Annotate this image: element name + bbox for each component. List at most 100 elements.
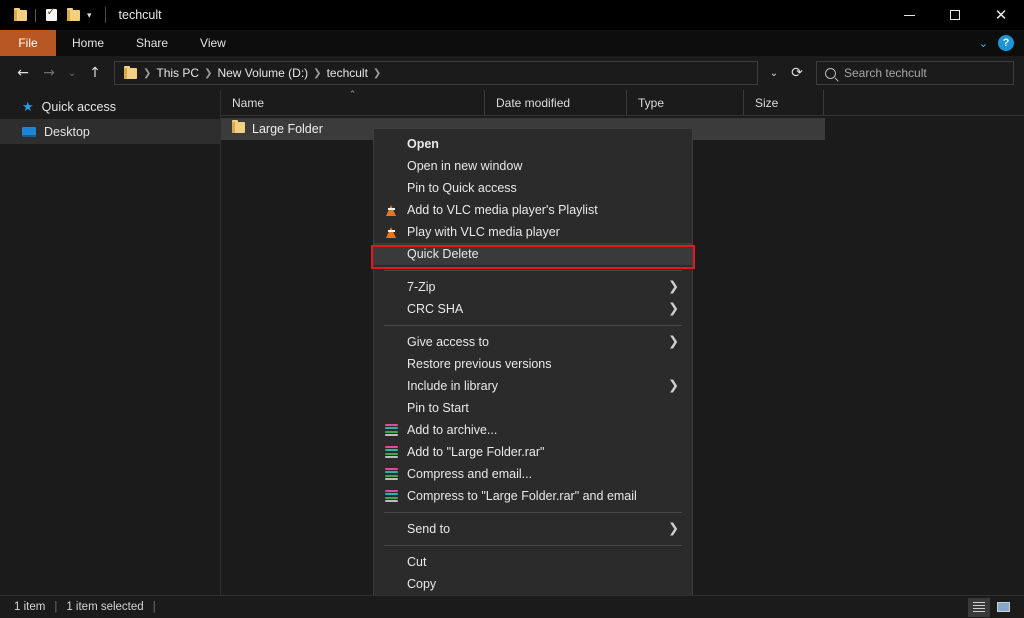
chevron-down-icon[interactable]: ⌄ — [975, 37, 992, 50]
menu-item-label: Add to "Large Folder.rar" — [407, 445, 544, 459]
help-icon[interactable]: ? — [998, 35, 1014, 51]
breadcrumb-separator: ❯ — [203, 68, 213, 79]
menu-item-pin-to-quick-access[interactable]: Pin to Quick access — [374, 177, 692, 199]
menu-item-label: Pin to Start — [407, 401, 469, 415]
search-box[interactable]: Search techcult — [816, 61, 1014, 85]
menu-item-add-to-archive[interactable]: Add to archive... — [374, 419, 692, 441]
tab-home[interactable]: Home — [56, 30, 120, 56]
tab-file[interactable]: File — [0, 30, 56, 56]
menu-item-cut[interactable]: Cut — [374, 551, 692, 573]
menu-item-restore-previous-versions[interactable]: Restore previous versions — [374, 353, 692, 375]
address-folder-icon — [119, 68, 142, 79]
menu-item-label: Cut — [407, 555, 426, 569]
vlc-cone-icon — [383, 202, 399, 218]
breadcrumb-separator: ❯ — [142, 68, 152, 79]
menu-item-label: CRC SHA — [407, 302, 463, 316]
menu-item-label: Play with VLC media player — [407, 225, 560, 239]
menu-item-crc-sha[interactable]: CRC SHA ❯ — [374, 298, 692, 320]
breadcrumb-separator: ❯ — [312, 68, 322, 79]
status-divider: | — [144, 601, 165, 613]
menu-separator — [384, 512, 682, 513]
column-headers: Name ⌃ Date modified Type Size — [221, 90, 1024, 116]
refresh-icon[interactable]: ⟳ — [784, 60, 810, 86]
sidebar-item-quick-access[interactable]: ★ Quick access — [0, 94, 220, 119]
status-bar: 1 item | 1 item selected | — [0, 595, 1024, 618]
new-folder-icon[interactable] — [62, 4, 84, 26]
menu-item-label: Give access to — [407, 335, 489, 349]
large-icons-view-button[interactable] — [992, 598, 1014, 617]
menu-item-send-to[interactable]: Send to ❯ — [374, 518, 692, 540]
close-button[interactable]: ✕ — [978, 0, 1024, 30]
context-menu: Open Open in new window Pin to Quick acc… — [373, 128, 693, 618]
title-bar: ▾ techcult ✕ — [0, 0, 1024, 30]
menu-item-compress-to-named-rar-and-email[interactable]: Compress to "Large Folder.rar" and email — [374, 485, 692, 507]
window-controls: ✕ — [886, 0, 1024, 30]
status-divider: | — [45, 601, 66, 613]
status-item-count: 1 item — [0, 601, 45, 613]
breadcrumb-techcult[interactable]: techcult — [323, 62, 372, 84]
menu-item-label: Include in library — [407, 379, 498, 393]
checkbox-properties-icon[interactable] — [40, 4, 62, 26]
ribbon-right-controls: ⌄ ? — [975, 30, 1024, 56]
menu-item-7-zip[interactable]: 7-Zip ❯ — [374, 276, 692, 298]
breadcrumb-this-pc[interactable]: This PC — [152, 62, 203, 84]
menu-item-compress-and-email[interactable]: Compress and email... — [374, 463, 692, 485]
folder-icon[interactable] — [9, 4, 31, 26]
search-input[interactable]: Search techcult — [844, 66, 927, 80]
menu-item-include-in-library[interactable]: Include in library ❯ — [374, 375, 692, 397]
address-bar[interactable]: ❯ This PC ❯ New Volume (D:) ❯ techcult ❯ — [114, 61, 758, 85]
menu-item-label: Copy — [407, 577, 436, 591]
menu-item-label: Compress to "Large Folder.rar" and email — [407, 489, 637, 503]
menu-item-copy[interactable]: Copy — [374, 573, 692, 595]
menu-item-pin-to-start[interactable]: Pin to Start — [374, 397, 692, 419]
winrar-icon — [383, 422, 399, 438]
column-label: Type — [638, 96, 664, 110]
address-right-controls: ⌄ ⟳ Search techcult — [764, 60, 1024, 86]
chevron-right-icon: ❯ — [668, 379, 679, 394]
menu-item-add-to-named-rar[interactable]: Add to "Large Folder.rar" — [374, 441, 692, 463]
menu-item-label: Send to — [407, 522, 450, 536]
menu-item-label: Open in new window — [407, 159, 522, 173]
customize-chevron-icon[interactable]: ▾ — [84, 10, 95, 21]
sidebar-item-label: Desktop — [44, 125, 90, 139]
tab-share[interactable]: Share — [120, 30, 184, 56]
chevron-right-icon: ❯ — [668, 302, 679, 317]
vlc-cone-icon — [383, 224, 399, 240]
search-icon — [825, 68, 836, 79]
menu-item-open-in-new-window[interactable]: Open in new window — [374, 155, 692, 177]
details-view-button[interactable] — [968, 598, 990, 617]
minimize-button[interactable] — [886, 0, 932, 30]
menu-item-label: Pin to Quick access — [407, 181, 517, 195]
up-button[interactable]: ↑ — [82, 60, 108, 86]
navigation-pane: ★ Quick access Desktop — [0, 90, 221, 595]
previous-locations-button[interactable]: ⌄ — [764, 60, 784, 86]
column-header-date-modified[interactable]: Date modified — [485, 90, 627, 116]
forward-button[interactable]: → — [36, 60, 62, 86]
menu-item-open[interactable]: Open — [374, 133, 692, 155]
back-button[interactable]: ← — [10, 60, 36, 86]
breadcrumb-separator: ❯ — [372, 68, 382, 79]
desktop-icon — [22, 127, 36, 137]
menu-item-label: Quick Delete — [407, 247, 479, 261]
column-header-size[interactable]: Size — [744, 90, 824, 116]
recent-locations-button[interactable]: ⌄ — [62, 60, 82, 86]
menu-item-give-access-to[interactable]: Give access to ❯ — [374, 331, 692, 353]
sidebar-item-label: Quick access — [42, 100, 116, 114]
window-title: techcult — [105, 7, 162, 23]
ribbon-tabs: File Home Share View ⌄ ? — [0, 30, 1024, 56]
menu-item-play-with-vlc[interactable]: Play with VLC media player — [374, 221, 692, 243]
maximize-button[interactable] — [932, 0, 978, 30]
menu-item-label: Add to VLC media player's Playlist — [407, 203, 598, 217]
menu-item-label: Open — [407, 137, 439, 151]
menu-item-add-to-vlc-playlist[interactable]: Add to VLC media player's Playlist — [374, 199, 692, 221]
menu-separator — [384, 545, 682, 546]
menu-item-quick-delete[interactable]: Quick Delete — [374, 243, 692, 265]
column-header-name[interactable]: Name ⌃ — [221, 90, 485, 116]
file-explorer-window: ▾ techcult ✕ File Home Share View ⌄ ? ← … — [0, 0, 1024, 618]
folder-icon — [232, 120, 245, 138]
tab-view[interactable]: View — [184, 30, 242, 56]
breadcrumb-new-volume[interactable]: New Volume (D:) — [213, 62, 312, 84]
sidebar-item-desktop[interactable]: Desktop — [0, 119, 220, 144]
column-header-type[interactable]: Type — [627, 90, 744, 116]
column-label: Name — [232, 96, 264, 110]
